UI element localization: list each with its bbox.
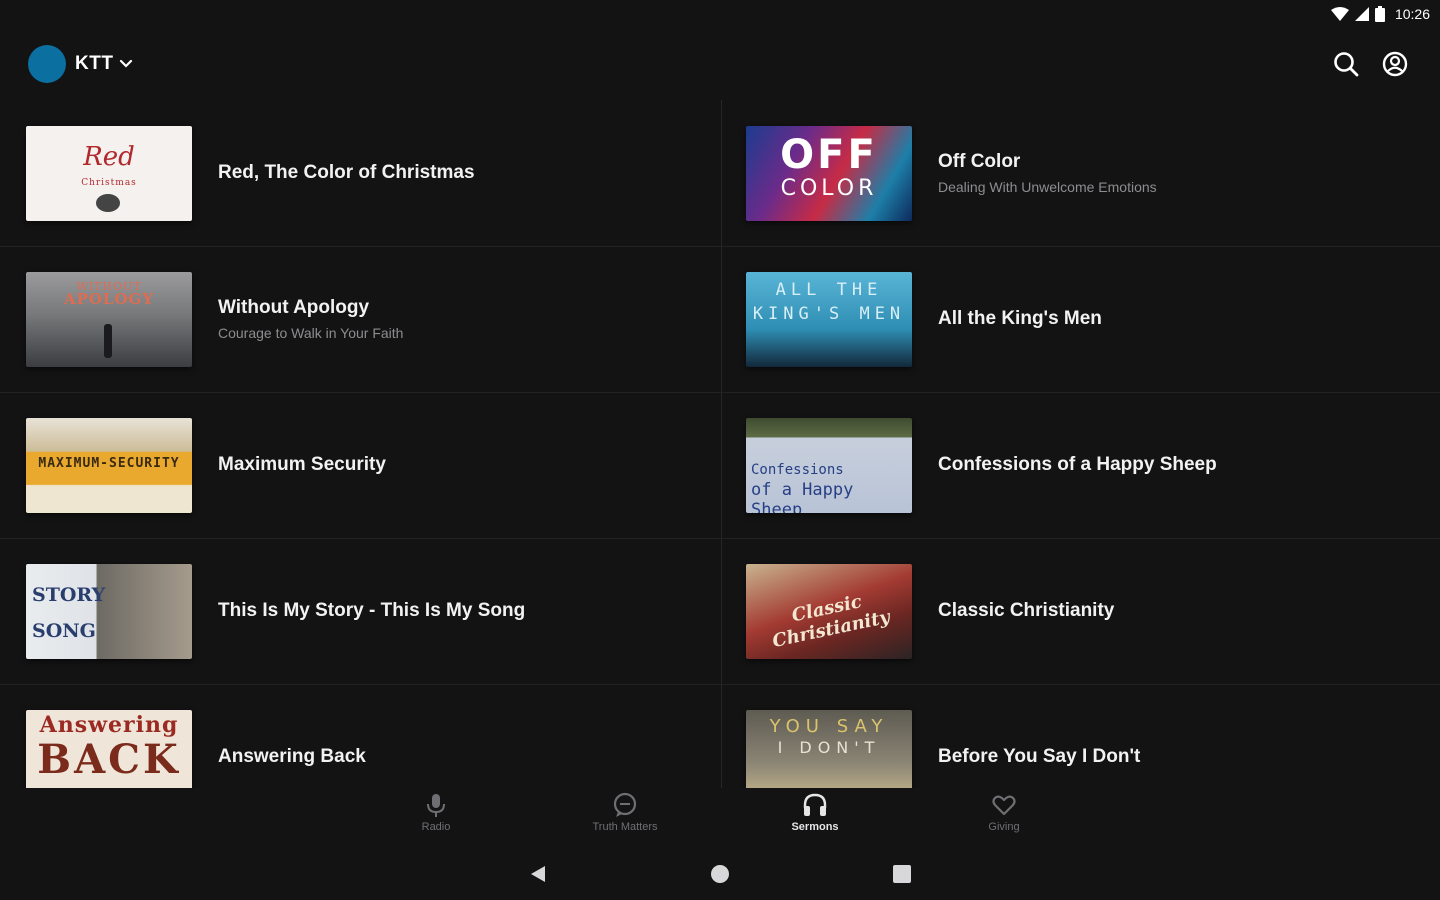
app-bar: KTT: [0, 28, 1440, 100]
thumbnail-text: Answering: [39, 712, 179, 738]
thumbnail-text: ALL THE: [775, 279, 883, 300]
thumbnail-text: MAXIMUM-SECURITY: [38, 455, 180, 471]
series-grid: Red Christmas Red, The Color of Christma…: [0, 100, 1440, 788]
series-title: All the King's Men: [938, 308, 1102, 329]
grid-row: WITHOUT APOLOGY Without Apology Courage …: [0, 246, 1440, 392]
nav-tab-radio[interactable]: Radio: [361, 792, 511, 846]
nav-label: Sermons: [791, 821, 839, 833]
series-thumbnail: Answering BACK: [26, 710, 192, 788]
chevron-down-icon[interactable]: [119, 59, 133, 69]
heart-icon: [992, 795, 1016, 816]
thumbnail-text: SONG: [32, 619, 96, 642]
series-card-answering-back[interactable]: Answering BACK Answering Back: [0, 684, 720, 788]
search-icon[interactable]: [1329, 47, 1363, 81]
series-thumbnail: Classic Christianity: [746, 563, 912, 659]
battery-icon: [1374, 6, 1385, 22]
series-thumbnail: WITHOUT APOLOGY: [26, 271, 192, 367]
back-icon[interactable]: [526, 862, 550, 886]
series-card-maximum-security[interactable]: MAXIMUM-SECURITY Maximum Security: [0, 392, 720, 538]
series-thumbnail: MAXIMUM-SECURITY: [26, 417, 192, 513]
thumbnail-text: of a Happy Sheep: [751, 479, 854, 513]
series-subtitle: Courage to Walk in Your Faith: [218, 325, 404, 341]
account-icon[interactable]: [1378, 47, 1412, 81]
grid-row: Answering BACK Answering Back YOU SAY I …: [0, 684, 1440, 788]
nav-tab-truth-matters[interactable]: Truth Matters: [550, 792, 700, 846]
nav-label: Radio: [421, 821, 451, 833]
series-title: This Is My Story - This Is My Song: [218, 600, 526, 621]
series-card-red-christmas[interactable]: Red Christmas Red, The Color of Christma…: [0, 100, 720, 246]
grid-row: Red Christmas Red, The Color of Christma…: [0, 100, 1440, 246]
chat-bubble-icon: [613, 792, 637, 817]
series-title: Red, The Color of Christmas: [218, 162, 475, 183]
wifi-icon: [1330, 7, 1349, 21]
home-icon[interactable]: [708, 862, 732, 886]
series-title: Before You Say I Don't: [938, 746, 1141, 767]
series-thumbnail: ALL THE KING'S MEN: [746, 271, 912, 367]
series-card-classic-christianity[interactable]: Classic Christianity Classic Christianit…: [722, 538, 1440, 684]
series-title: Maximum Security: [218, 454, 386, 475]
nav-tab-giving[interactable]: Giving: [929, 792, 1079, 846]
status-time: 10:26: [1394, 6, 1430, 22]
nav-tab-sermons[interactable]: Sermons: [740, 792, 890, 846]
series-card-before-you-say[interactable]: YOU SAY I DON'T Before You Say I Don't: [722, 684, 1440, 788]
thumbnail-text: I DON'T: [777, 738, 881, 757]
thumbnail-text: BACK: [37, 736, 181, 783]
series-thumbnail: Confessions of a Happy Sheep: [746, 417, 912, 513]
thumbnail-text: APOLOGY: [63, 289, 155, 308]
series-thumbnail: Red Christmas: [26, 125, 192, 221]
series-title: Without Apology: [218, 297, 370, 318]
nav-label: Truth Matters: [592, 821, 658, 833]
series-thumbnail: OFF COLOR: [746, 125, 912, 221]
thumbnail-text: KING'S MEN: [752, 303, 906, 324]
person-figure: [104, 323, 112, 358]
system-navigation: [0, 846, 1440, 900]
series-card-all-the-kings-men[interactable]: ALL THE KING'S MEN All the King's Men: [722, 246, 1440, 392]
bottom-navigation: Radio Truth Matters Sermons Giving: [0, 788, 1440, 846]
thumbnail-text: YOU SAY: [769, 716, 889, 737]
thumbnail-text: COLOR: [780, 175, 878, 201]
series-title: Classic Christianity: [938, 600, 1115, 621]
grid-row: STORY SONG This Is My Story - This Is My…: [0, 538, 1440, 684]
headphones-icon: [803, 793, 827, 816]
grid-row: MAXIMUM-SECURITY Maximum Security Confes…: [0, 392, 1440, 538]
recents-icon[interactable]: [890, 862, 914, 886]
microphone-icon: [427, 794, 445, 817]
station-logo[interactable]: [28, 45, 66, 83]
series-card-without-apology[interactable]: WITHOUT APOLOGY Without Apology Courage …: [0, 246, 720, 392]
series-title: Confessions of a Happy Sheep: [938, 454, 1217, 475]
station-name[interactable]: KTT: [75, 53, 113, 75]
series-card-my-story[interactable]: STORY SONG This Is My Story - This Is My…: [0, 538, 720, 684]
thumbnail-text: Confessions: [751, 461, 844, 478]
thumbnail-text: Classic Christianity: [770, 590, 892, 652]
series-subtitle: Dealing With Unwelcome Emotions: [938, 179, 1157, 195]
badge-icon: [96, 193, 120, 212]
thumbnail-text: Christmas: [81, 177, 137, 188]
series-card-off-color[interactable]: OFF COLOR Off Color Dealing With Unwelco…: [722, 100, 1440, 246]
series-card-happy-sheep[interactable]: Confessions of a Happy Sheep Confessions…: [722, 392, 1440, 538]
series-title: Off Color: [938, 151, 1021, 172]
thumbnail-text: OFF: [780, 131, 878, 178]
status-bar: 10:26: [0, 0, 1440, 28]
series-title: Answering Back: [218, 746, 366, 767]
nav-label: Giving: [988, 821, 1020, 833]
series-thumbnail: STORY SONG: [26, 563, 192, 659]
series-thumbnail: YOU SAY I DON'T: [746, 710, 912, 788]
thumbnail-text: Red: [83, 141, 135, 172]
thumbnail-text: STORY: [32, 583, 106, 606]
cell-signal-icon: [1354, 7, 1369, 21]
